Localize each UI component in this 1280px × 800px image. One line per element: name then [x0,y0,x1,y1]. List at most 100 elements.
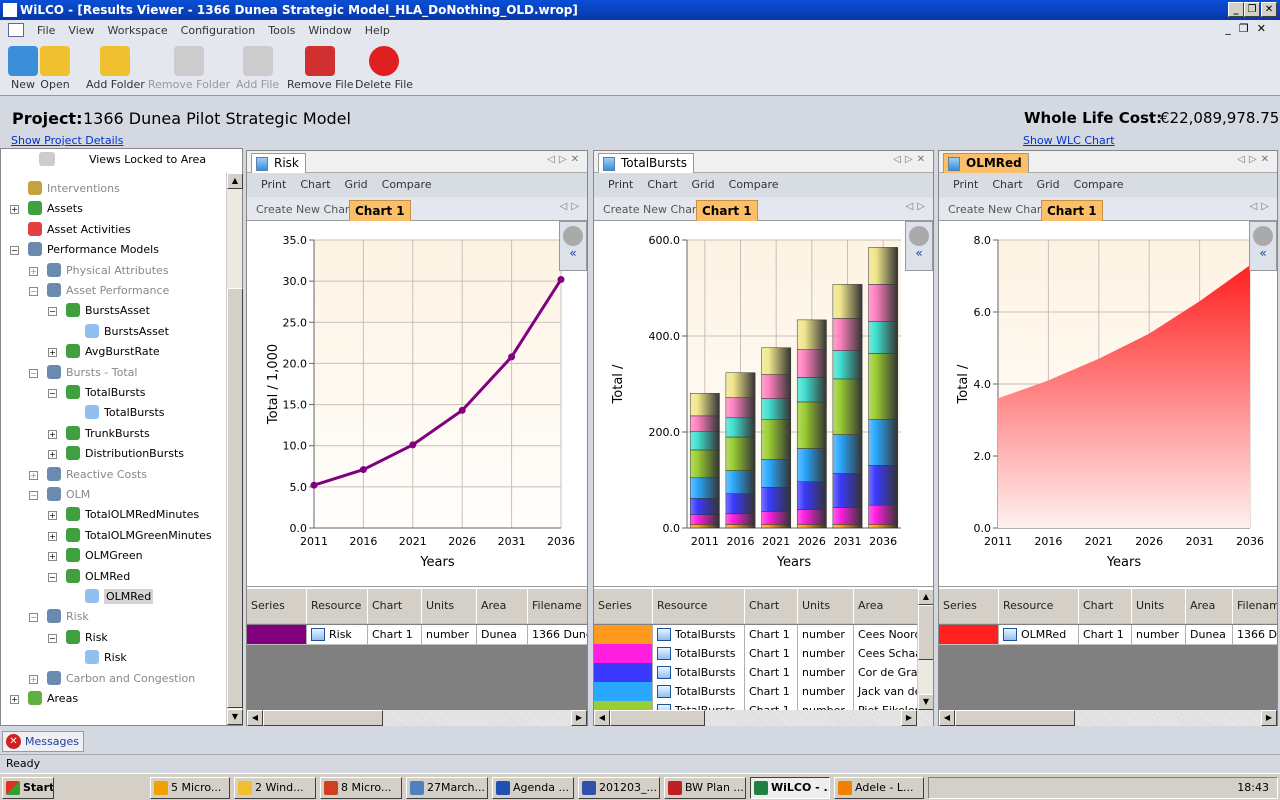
tab-totalbursts[interactable]: TotalBursts [598,153,695,173]
menu-workspace[interactable]: Workspace [108,24,168,37]
tree-item[interactable]: BurstsAsset [85,322,169,342]
collapse-icon[interactable]: − [48,633,57,643]
tree-item[interactable]: + AvgBurstRate [48,342,160,362]
restore-button[interactable]: ❐ [1244,2,1260,17]
scroll-left-button[interactable]: ◀ [939,710,955,726]
grid-row[interactable]: TotalBursts Chart 1 number Jack van der [594,682,933,702]
column-header[interactable]: Series [939,589,999,624]
taskbar-item[interactable]: WiLCO - ... [750,777,830,799]
panel-menu-chart[interactable]: Chart [647,178,677,191]
panel-menu-print[interactable]: Print [953,178,978,191]
chart-1-tab[interactable]: Chart 1 [696,200,758,221]
scroll-right-button[interactable]: ▶ [571,710,587,726]
tree-item[interactable]: OLMRed [85,587,154,607]
grid-horizontal-scrollbar[interactable]: ◀ ▶ [594,710,933,726]
tree-item[interactable]: + TotalOLMGreenMinutes [48,526,212,546]
panel-menu-grid[interactable]: Grid [345,178,368,191]
new-file-button[interactable]: New [8,46,38,91]
chart-settings-button[interactable]: « [905,221,933,271]
tree-item[interactable]: TotalBursts [85,403,165,423]
delete-file-button[interactable]: Delete File [355,46,413,91]
panel-menu-print[interactable]: Print [261,178,286,191]
panel-menu-compare[interactable]: Compare [729,178,779,191]
menu-file[interactable]: File [37,24,55,37]
tree-item[interactable]: − Asset Performance [29,281,169,301]
scroll-thumb[interactable] [227,288,243,708]
chart-tab-nav[interactable]: ◁▷ [906,201,929,212]
panel-menu-compare[interactable]: Compare [382,178,432,191]
tree-scrollbar[interactable]: ▲ ▼ [226,173,243,725]
collapse-chevron-icon[interactable]: « [906,246,932,260]
create-new-chart-tab[interactable]: Create New Chart [251,200,359,221]
column-header[interactable]: Series [594,589,653,624]
tree-item[interactable]: + Areas [10,689,78,709]
panel-nav-close[interactable]: ◁▷✕ [1237,154,1273,165]
scroll-right-button[interactable]: ▶ [1261,710,1277,726]
column-header[interactable]: Units [1132,589,1186,624]
tree-item[interactable]: + Physical Attributes [29,261,169,281]
tree-item[interactable]: Asset Activities [28,220,131,240]
grid-row[interactable]: OLMRed Chart 1 number Dunea 1366 Du [939,625,1277,645]
tab-olmred[interactable]: OLMRed [943,153,1029,173]
panel-nav-close[interactable]: ◁▷✕ [547,154,583,165]
column-header[interactable]: Resource [307,589,368,624]
scroll-left-button[interactable]: ◀ [247,710,263,726]
grid-horizontal-scrollbar[interactable]: ◀ ▶ [939,710,1277,726]
add-file-button[interactable]: Add File [236,46,279,91]
menu-configuration[interactable]: Configuration [181,24,256,37]
tree-item[interactable]: + Carbon and Congestion [29,669,195,689]
open-folder-button[interactable]: Open [40,46,70,91]
expand-icon[interactable]: + [48,531,57,541]
expand-icon[interactable]: + [10,205,19,215]
column-header[interactable]: Area [1186,589,1233,624]
column-header[interactable]: Resource [653,589,745,624]
panel-menu-chart[interactable]: Chart [992,178,1022,191]
tree-item[interactable]: − OLM [29,485,90,505]
tree-item[interactable]: + TotalOLMRedMinutes [48,505,199,525]
column-header[interactable]: Units [422,589,477,624]
mdi-controls[interactable]: _❐✕ [1225,22,1274,35]
chart-settings-button[interactable]: « [1249,221,1277,271]
collapse-icon[interactable]: − [29,491,38,500]
scroll-up-button[interactable]: ▲ [918,589,933,605]
menu-view[interactable]: View [68,24,94,37]
taskbar-item[interactable]: Adele - L... [834,777,924,799]
expand-icon[interactable]: + [48,348,57,358]
grid-horizontal-scrollbar[interactable]: ◀ ▶ [247,710,587,726]
tree-item[interactable]: − TotalBursts [48,383,146,403]
expand-icon[interactable]: + [48,450,57,460]
chart-1-tab[interactable]: Chart 1 [1041,200,1103,221]
panel-menu-grid[interactable]: Grid [1037,178,1060,191]
collapse-chevron-icon[interactable]: « [1250,246,1276,260]
minimize-button[interactable]: _ [1228,2,1244,17]
expand-icon[interactable]: + [29,266,38,276]
chart-settings-button[interactable]: « [559,221,587,271]
grid-vertical-scrollbar[interactable]: ▲ ▼ [917,589,933,710]
collapse-icon[interactable]: − [29,287,38,296]
tree-item[interactable]: − Risk [48,628,108,648]
menu-window[interactable]: Window [308,24,351,37]
panel-menu-print[interactable]: Print [608,178,633,191]
taskbar-item[interactable]: BW Plan ... [664,777,746,799]
scroll-down-button[interactable]: ▼ [227,709,243,725]
remove-folder-button[interactable]: Remove Folder [148,46,230,91]
expand-icon[interactable]: + [29,470,38,480]
expand-icon[interactable]: + [29,674,38,684]
scroll-thumb[interactable] [610,710,705,726]
close-button[interactable]: ✕ [1261,2,1277,17]
quick-launch[interactable] [60,779,140,797]
taskbar-item[interactable]: Agenda ... [492,777,574,799]
chart-tab-nav[interactable]: ◁▷ [560,201,583,212]
scroll-thumb[interactable] [955,710,1075,726]
tree-item[interactable]: − OLMRed [48,567,130,587]
collapse-icon[interactable]: − [48,389,57,398]
column-header[interactable]: Filename [528,589,587,624]
column-header[interactable]: Resource [999,589,1079,624]
expand-icon[interactable]: + [48,429,57,439]
tab-risk[interactable]: Risk [251,153,306,173]
grid-row[interactable]: Risk Chart 1 number Dunea 1366 Dunea [247,625,587,645]
column-header[interactable]: Units [798,589,854,624]
panel-menu-chart[interactable]: Chart [300,178,330,191]
scroll-thumb[interactable] [263,710,383,726]
collapse-icon[interactable]: − [29,613,38,623]
